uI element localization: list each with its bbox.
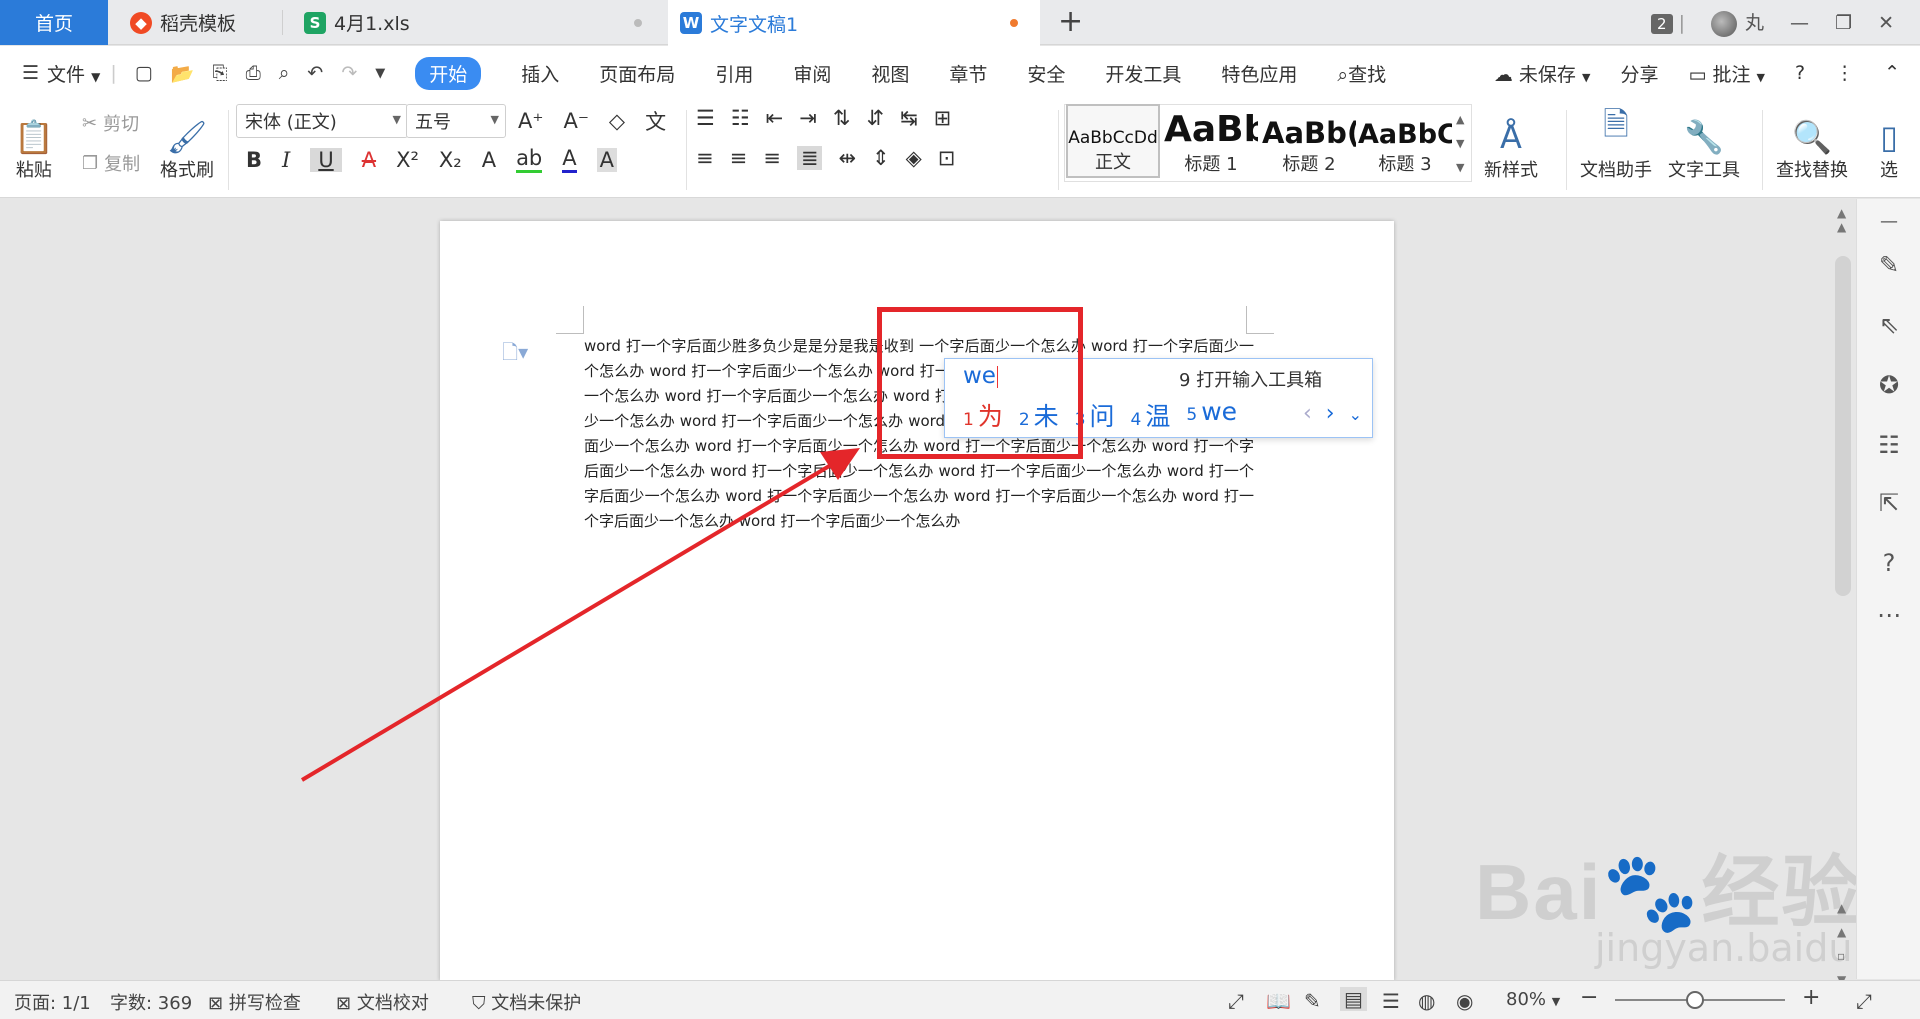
spell-check-button[interactable]: ⊠ 拼写检查 [208,989,301,1015]
sidebar-collapse-icon[interactable]: — [1873,211,1905,232]
settings-sliders-icon[interactable]: ☷ [1873,431,1905,459]
fullscreen-icon[interactable]: ⤢ [1228,989,1244,1013]
spell-check-icon: ⊠ [208,993,224,1014]
protect-button[interactable]: ⛉ 文档未保护 [472,989,581,1015]
zoom-slider-handle[interactable] [1686,991,1704,1009]
vertical-scrollbar[interactable]: ▲▲ ▲▲▫▼ [1833,206,1853,987]
proofread-label: 文档校对 [356,993,429,1014]
outline-view-icon[interactable]: ☰ [1382,989,1400,1013]
baidu-watermark: Bai🐾经验 jingyan.baidu.com [1475,830,1920,970]
eye-protect-icon[interactable]: ◉ [1456,989,1473,1013]
zoom-value: 80% [1506,989,1547,1010]
zoom-level[interactable]: 80% ▼ [1506,989,1560,1010]
scroll-thumb[interactable] [1835,256,1851,596]
shield-icon: ⛉ [472,993,486,1014]
web-view-icon[interactable]: ◍ [1418,989,1435,1013]
scroll-up-icon[interactable]: ▲ ▲ [1837,206,1846,234]
right-sidebar: — ✎ ⇖ ✪ ☷ ⇱ ? ⋯ [1856,199,1920,979]
spell-check-label: 拼写检查 [228,993,301,1014]
fit-window-icon[interactable]: ⤢ [1856,989,1872,1013]
page-view-icon[interactable]: ▤ [1340,987,1367,1011]
pen-icon[interactable]: ✎ [1873,251,1905,279]
watermark-brand: Bai [1475,848,1603,936]
word-count[interactable]: 字数: 369 [110,989,192,1015]
protect-label: 文档未保护 [491,993,582,1014]
status-bar: 页面: 1/1 字数: 369 ⊠ 拼写检查 ⊠ 文档校对 ⛉ 文档未保护 ⤢ … [0,980,1920,1019]
proofread-button[interactable]: ⊠ 文档校对 [336,989,429,1015]
shield-star-icon[interactable]: ✪ [1873,371,1905,399]
proofread-icon: ⊠ [336,993,352,1014]
share-out-icon[interactable]: ⇱ [1873,489,1905,517]
read-mode-icon[interactable]: 📖 [1266,989,1291,1013]
page-indicator[interactable]: 页面: 1/1 [14,989,91,1015]
zoom-out-icon[interactable]: − [1580,985,1598,1010]
cursor-icon[interactable]: ⇖ [1873,311,1905,339]
page-nav-icons[interactable]: ▲▲▫▼ [1837,896,1846,992]
zoom-in-icon[interactable]: + [1802,985,1820,1010]
more-icon[interactable]: ⋯ [1873,601,1905,629]
help-circle-icon[interactable]: ? [1873,549,1905,577]
write-mode-icon[interactable]: ✎ [1304,989,1321,1013]
